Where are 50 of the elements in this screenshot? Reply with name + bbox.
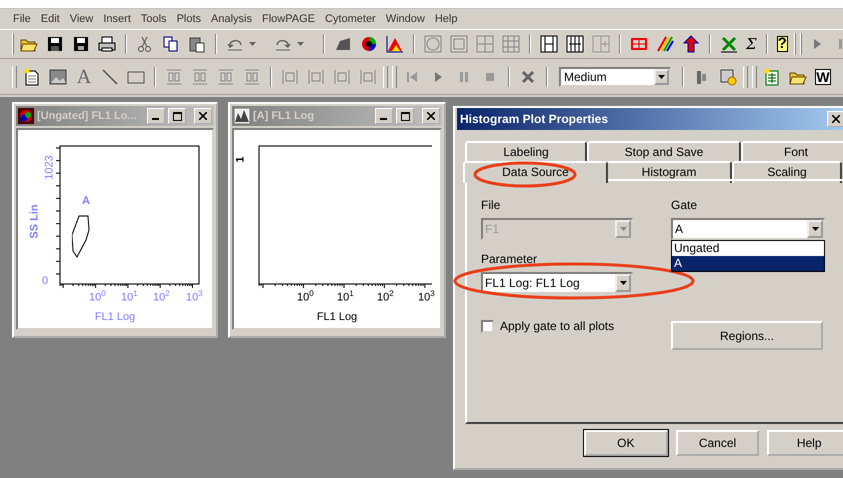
tab[interactable]: Scaling [732,161,842,183]
field-label: File [481,197,502,214]
menu-item[interactable]: Cytometer [320,13,381,25]
dropdown-option[interactable]: Ungated [672,241,824,256]
checkbox-label: Apply gate to all plots [500,319,614,333]
y-axis-label: SS Lin [30,204,41,239]
word-tool[interactable]: W [815,68,831,84]
x-tick-label: 10$^{3}$ [186,290,203,304]
x-tick-label: 10$^{0}$ [89,290,106,304]
tab[interactable]: Labeling [465,141,587,161]
parameter-dropdown[interactable]: FL1 Log: FL1 Log [481,272,633,294]
tab[interactable]: Histogram [606,161,732,183]
menu-item[interactable]: Help [430,13,462,25]
x-axis-label: FL1 Log [316,312,358,323]
y-tick-label: 1023 [44,155,56,180]
x-tick-label: 10$^{0}$ [297,290,314,304]
x-tick-label: 10$^{2}$ [377,290,394,304]
menu-item[interactable]: File [8,13,36,25]
speed-dropdown[interactable]: Medium [559,66,671,86]
tab[interactable]: Stop and Save [587,141,741,161]
menu-item[interactable]: Window [380,13,430,25]
dialog-title: Histogram Plot Properties [460,112,610,126]
x-tick-label: 10$^{3}$ [418,290,435,304]
y-tick-label: 1 [236,156,247,163]
field-label: Gate [671,197,698,214]
dialog-button[interactable]: Help [767,430,843,456]
menu-item[interactable]: Plots [172,13,206,25]
y-tick-label: 0 [42,276,48,287]
window-title: [A] FL1 Log [253,110,316,122]
dialog-button[interactable]: OK [584,430,668,456]
menu-item[interactable]: FlowPAGE [257,13,320,25]
menu-item[interactable]: Analysis [206,13,257,25]
dialog-button[interactable]: Cancel [676,430,760,456]
gate-dropdown[interactable]: A [671,218,825,240]
help-button[interactable]: ? [776,36,788,52]
gate-label: A [82,196,90,207]
field-label: Parameter [481,251,538,268]
sum-tool[interactable]: Σ [746,35,757,53]
x-tick-label: 10$^{2}$ [153,290,170,304]
text-tool[interactable]: A [75,68,93,86]
menu-item[interactable]: Insert [98,13,136,25]
dropdown-option[interactable]: A [672,256,824,271]
tab[interactable]: Font [741,141,843,161]
x-tick-label: 10$^{1}$ [337,290,354,304]
x-axis-label: FL1 Log [94,312,136,323]
menu-item[interactable]: Tools [136,13,172,25]
x-tick-label: 10$^{1}$ [121,290,138,304]
regions-button[interactable]: Regions... [671,321,823,350]
menu-item[interactable]: View [64,13,98,25]
menu-item[interactable]: Edit [36,13,65,25]
